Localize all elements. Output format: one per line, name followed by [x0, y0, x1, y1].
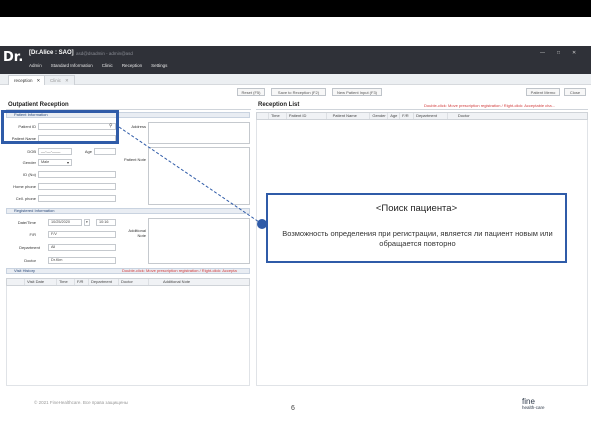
callout-dot — [257, 219, 267, 229]
brand-line-2: health-care — [522, 405, 545, 410]
copyright-text: © 2021 FineHealthcare. Все права защищен… — [34, 400, 129, 405]
callout-title: <Поиск пациента> — [375, 203, 458, 214]
page-number: 6 — [291, 405, 295, 412]
brand-logo: fine health-care — [522, 398, 545, 411]
brand-line-1: fine — [522, 397, 535, 406]
callout-body: Возможность определения при регистрации,… — [282, 229, 553, 248]
